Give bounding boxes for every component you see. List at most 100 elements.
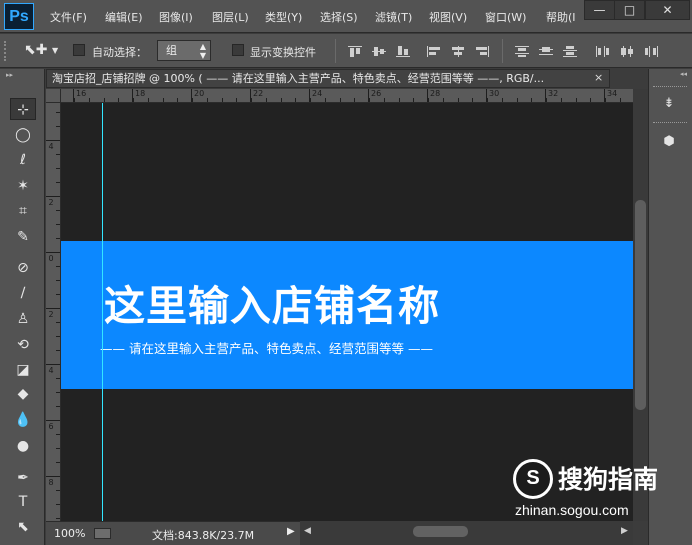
- status-preview-icon[interactable]: [94, 528, 111, 539]
- close-window-button[interactable]: ✕: [645, 0, 690, 20]
- ruler-minor-tick: [340, 98, 341, 102]
- shop-name-text[interactable]: 这里输入店铺名称: [104, 272, 440, 332]
- panel-grip[interactable]: [653, 86, 687, 88]
- zoom-level-field[interactable]: 100%: [54, 527, 85, 540]
- options-grip: [4, 41, 6, 61]
- status-menu-arrow-icon[interactable]: ▶: [287, 526, 295, 537]
- ruler-minor-tick: [56, 392, 60, 393]
- ruler-label: 24: [312, 89, 323, 98]
- distribute-top-icon[interactable]: [515, 46, 529, 57]
- chevron-down-icon[interactable]: ▼: [52, 46, 58, 55]
- horizontal-ruler[interactable]: 16 18 20 22 24 26 28 30 32 34: [61, 89, 633, 103]
- move-tool-preset-icon[interactable]: ⬉✚: [24, 42, 47, 58]
- healing-brush-icon[interactable]: ⊘: [10, 257, 36, 279]
- move-icon[interactable]: ⊹: [10, 98, 36, 120]
- ruler-label: 22: [253, 89, 264, 98]
- distribute-horizontal-center-icon[interactable]: [620, 46, 634, 57]
- menu-help[interactable]: 帮助(I: [546, 9, 576, 25]
- history-brush-icon[interactable]: ⟲: [10, 334, 36, 356]
- ruler-minor-tick: [56, 322, 60, 323]
- document-canvas[interactable]: 这里输入店铺名称 —— 请在这里输入主营产品、特色卖点、经营范围等等 ——: [61, 103, 633, 521]
- align-horizontal-center-icon[interactable]: [451, 46, 465, 57]
- distribute-left-icon[interactable]: [596, 46, 610, 57]
- distribute-bottom-icon[interactable]: [563, 46, 577, 57]
- ruler-origin[interactable]: [46, 89, 61, 103]
- ruler-minor-tick: [354, 98, 355, 102]
- ruler-minor-tick: [56, 308, 60, 309]
- ruler-minor-tick: [56, 182, 60, 183]
- menu-select[interactable]: 选择(S): [320, 9, 358, 25]
- ruler-label: 4: [48, 142, 54, 151]
- ruler-minor-tick: [56, 280, 60, 281]
- close-tab-icon[interactable]: ×: [594, 71, 603, 84]
- scroll-right-arrow-icon[interactable]: ▶: [621, 526, 628, 536]
- menu-file[interactable]: 文件(F): [50, 9, 87, 25]
- path-selection-icon[interactable]: ⬉: [10, 516, 36, 538]
- menu-edit[interactable]: 编辑(E): [105, 9, 143, 25]
- show-transform-checkbox[interactable]: [232, 44, 244, 56]
- shop-banner[interactable]: 这里输入店铺名称 —— 请在这里输入主营产品、特色卖点、经营范围等等 ——: [61, 241, 633, 389]
- menu-layer[interactable]: 图层(L): [212, 9, 249, 25]
- ruler-minor-tick: [590, 98, 591, 102]
- paint-bucket-icon[interactable]: ◆: [10, 383, 36, 405]
- auto-select-mode-select[interactable]: 组 ▲ ▼: [157, 40, 211, 61]
- ruler-minor-tick: [546, 98, 547, 102]
- scroll-left-arrow-icon[interactable]: ◀: [304, 526, 311, 536]
- align-left-icon[interactable]: [427, 46, 441, 57]
- menu-window[interactable]: 窗口(W): [485, 9, 526, 25]
- history-panel-icon[interactable]: ⇟: [657, 92, 681, 116]
- ruler-minor-tick: [192, 98, 193, 102]
- panel-expand-icon[interactable]: ◂◂: [680, 70, 687, 78]
- ruler-label: 18: [135, 89, 146, 98]
- ruler-minor-tick: [56, 350, 60, 351]
- menu-view[interactable]: 视图(V): [429, 9, 467, 25]
- ruler-minor-tick: [56, 448, 60, 449]
- magic-wand-icon[interactable]: ✶: [10, 175, 36, 197]
- auto-select-checkbox[interactable]: [73, 44, 85, 56]
- ruler-minor-tick: [163, 98, 164, 102]
- ruler-minor-tick: [487, 98, 488, 102]
- panel-grip[interactable]: [653, 122, 687, 124]
- pen-icon[interactable]: ✒: [10, 467, 36, 489]
- type-icon[interactable]: T: [10, 491, 36, 513]
- ruler-minor-tick: [56, 420, 60, 421]
- restore-button[interactable]: □: [614, 0, 645, 20]
- align-vertical-center-icon[interactable]: [372, 46, 386, 57]
- vertical-scrollbar-thumb[interactable]: [635, 200, 646, 410]
- align-top-icon[interactable]: [348, 46, 362, 57]
- sogou-logo: S: [513, 459, 553, 499]
- align-bottom-icon[interactable]: [396, 46, 410, 57]
- blur-icon[interactable]: 💧: [10, 409, 36, 431]
- 3d-panel-icon[interactable]: ⬢: [657, 130, 681, 154]
- ruler-label: 8: [48, 478, 54, 487]
- ruler-minor-tick: [207, 98, 208, 102]
- brush-icon[interactable]: ∕: [10, 282, 36, 304]
- ruler-minor-tick: [118, 98, 119, 102]
- dodge-icon[interactable]: ●: [10, 435, 36, 457]
- ruler-minor-tick: [74, 98, 75, 102]
- shop-tagline-text[interactable]: —— 请在这里输入主营产品、特色卖点、经营范围等等 ——: [100, 338, 433, 357]
- vertical-guide-line[interactable]: [102, 103, 103, 521]
- align-right-icon[interactable]: [475, 46, 489, 57]
- document-tab[interactable]: 淘宝店招_店铺招牌 @ 100% ( —— 请在这里输入主营产品、特色卖点、经营…: [46, 69, 610, 88]
- menu-filter[interactable]: 滤镜(T): [375, 9, 412, 25]
- menu-image[interactable]: 图像(I): [159, 9, 193, 25]
- ellipse-marquee-icon[interactable]: ◯: [10, 124, 36, 146]
- menu-type[interactable]: 类型(Y): [265, 9, 302, 25]
- vertical-ruler[interactable]: 4 2 0 2 4 6 8: [46, 103, 61, 521]
- clone-stamp-icon[interactable]: ♙: [10, 308, 36, 330]
- ruler-label: 30: [489, 89, 500, 98]
- eraser-icon[interactable]: ◪: [10, 359, 36, 381]
- minimize-button[interactable]: —: [584, 0, 615, 20]
- panel-collapse-icon[interactable]: ▸▸: [6, 71, 13, 79]
- crop-icon[interactable]: ⌗: [10, 200, 36, 222]
- ruler-minor-tick: [56, 462, 60, 463]
- ruler-minor-tick: [56, 112, 60, 113]
- distribute-right-icon[interactable]: [644, 46, 658, 57]
- ruler-minor-tick: [56, 266, 60, 267]
- horizontal-scrollbar-thumb[interactable]: [413, 526, 468, 537]
- distribute-vertical-center-icon[interactable]: [539, 46, 553, 57]
- ruler-minor-tick: [384, 98, 385, 102]
- eyedropper-icon[interactable]: ✎: [10, 226, 36, 248]
- lasso-icon[interactable]: ℓ: [10, 149, 36, 171]
